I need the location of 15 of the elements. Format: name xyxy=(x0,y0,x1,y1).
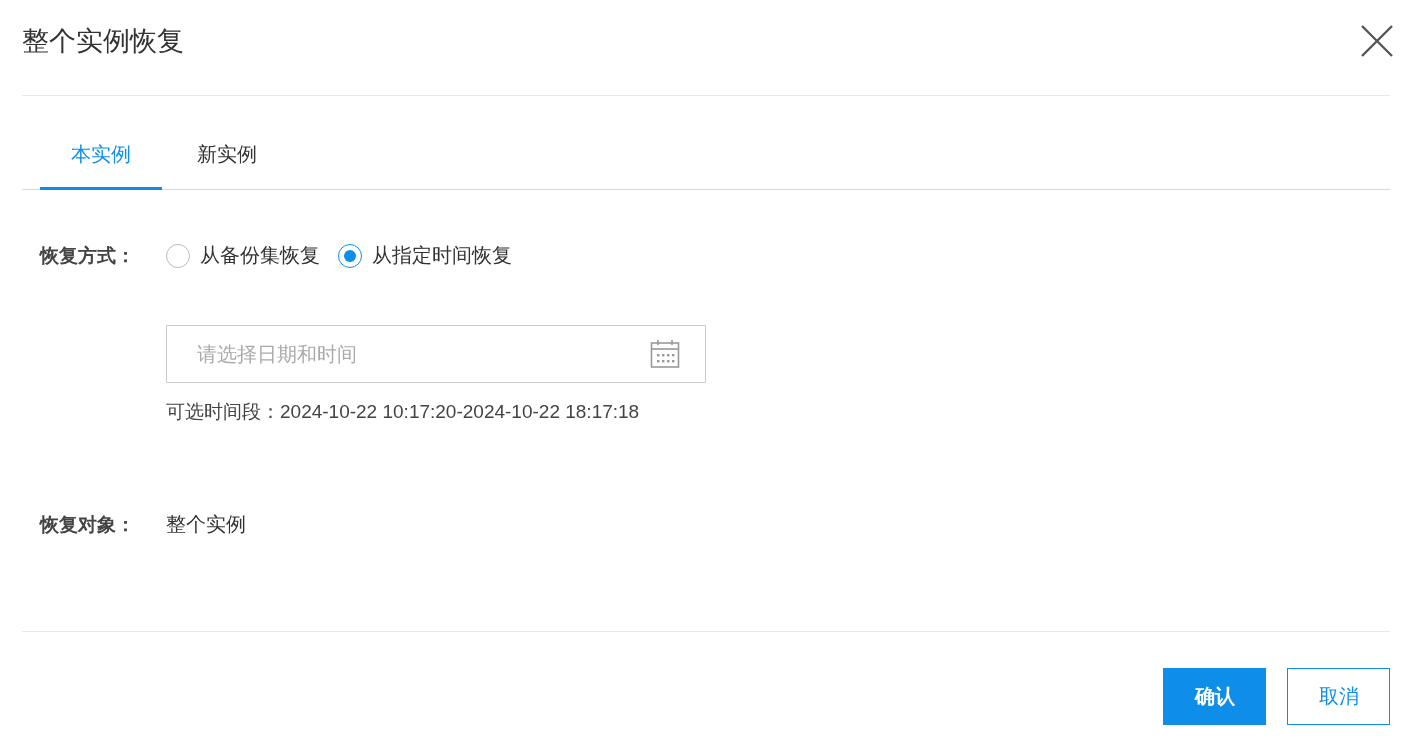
dialog-title: 整个实例恢复 xyxy=(22,24,184,58)
field-label: 恢复对象： xyxy=(40,512,136,537)
radio-option[interactable]: 从指定时间恢复 xyxy=(338,242,512,269)
field-label: 恢复方式： xyxy=(40,243,136,268)
cancel-button[interactable]: 取消 xyxy=(1287,668,1390,725)
datetime-field[interactable]: 请选择日期和时间 xyxy=(166,325,706,383)
calendar-icon xyxy=(650,339,680,369)
radio-label: 从指定时间恢复 xyxy=(372,243,512,268)
field-value: 整个实例 xyxy=(166,512,246,537)
radio-option[interactable]: 从备份集恢复 xyxy=(166,242,320,269)
radio-label: 从备份集恢复 xyxy=(200,243,320,268)
close-button[interactable] xyxy=(1360,23,1394,58)
time-range-text: 可选时间段：2024-10-22 10:17:20-2024-10-22 18:17:18 xyxy=(166,400,641,424)
tab[interactable]: 新实例 xyxy=(166,130,288,190)
tab[interactable]: 本实例 xyxy=(40,130,162,190)
